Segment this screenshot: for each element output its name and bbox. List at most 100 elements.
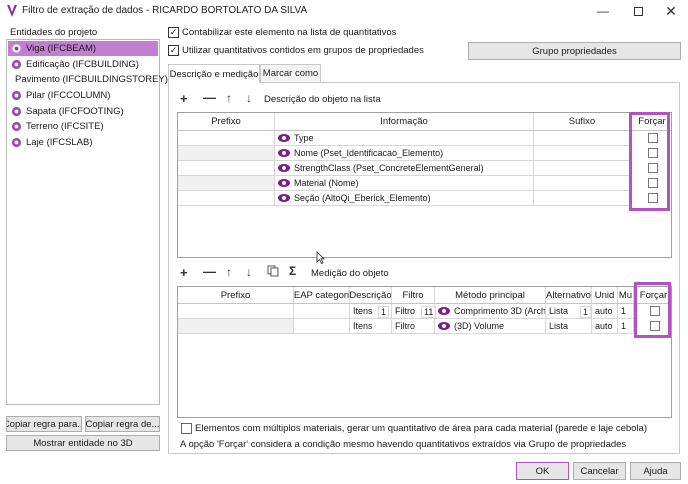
arrow-down-icon[interactable]: ↓ (246, 266, 252, 278)
column-header-filter[interactable]: Filtro (392, 287, 435, 304)
close-button[interactable]: ✕ (654, 0, 688, 22)
arrow-up-icon[interactable]: ↑ (226, 266, 232, 278)
table-cell-main-method[interactable]: Comprimento 3D (Archi (435, 304, 546, 319)
eye-icon (278, 164, 290, 172)
table-row[interactable]: StrengthClass (Pset_ConcreteElementGener… (275, 161, 534, 176)
count-in-list-label: Contabilizar este elemento na lista de q… (182, 27, 397, 38)
count-in-list-checkbox[interactable]: ✓ (168, 27, 179, 38)
table-cell-suffix[interactable] (534, 176, 631, 191)
ok-button[interactable]: OK (516, 462, 569, 480)
minimize-button[interactable]: — (586, 0, 620, 22)
force-column-highlight (634, 282, 671, 338)
row-description: Itens (353, 306, 373, 316)
table-cell-suffix[interactable] (534, 146, 631, 161)
entity-item-building[interactable]: Edificação (IFCBUILDING) (8, 57, 158, 72)
show-entity-3d-button[interactable]: Mostrar entidade no 3D (6, 435, 160, 451)
copy-icon[interactable] (267, 265, 279, 277)
table-cell-prefix[interactable] (178, 131, 275, 146)
column-header-alternative[interactable]: Alternativo (546, 287, 592, 304)
eye-icon (278, 149, 290, 157)
description-grid[interactable]: Prefixo Informação Sufixo Forçar Type No… (177, 112, 672, 258)
column-header-suffix[interactable]: Sufixo (534, 113, 631, 131)
help-button[interactable]: Ajuda (630, 462, 681, 480)
column-header-information[interactable]: Informação (275, 113, 534, 131)
entity-item-site[interactable]: Terreno (IFCSITE) (8, 119, 158, 134)
remove-icon[interactable]: — (203, 265, 216, 278)
column-header-main-method[interactable]: Método principal (435, 287, 546, 304)
column-header-description[interactable]: Descrição (350, 287, 392, 304)
multi-material-label: Elementos com múltiplos materiais, gerar… (195, 423, 648, 434)
table-cell-prefix[interactable] (178, 146, 275, 161)
entity-label: Pilar (IFCCOLUMN) (26, 90, 111, 101)
column-header-prefix[interactable]: Prefixo (178, 113, 275, 131)
table-cell-prefix[interactable] (178, 191, 275, 206)
table-cell-alternative[interactable]: Lista (546, 319, 592, 334)
column-header-prefix[interactable]: Prefixo (178, 287, 294, 304)
gear-icon (11, 121, 22, 132)
table-cell-suffix[interactable] (534, 191, 631, 206)
column-header-multiplier[interactable]: Mu (618, 287, 634, 304)
eye-icon (278, 194, 290, 202)
row-info: StrengthClass (Pset_ConcreteElementGener… (294, 163, 484, 173)
use-property-groups-label: Utilizar quantitativos contidos em grupo… (182, 45, 424, 56)
copy-rule-to-button[interactable]: Copiar regra para... (6, 416, 82, 432)
table-cell-unit[interactable]: auto (592, 304, 618, 319)
add-icon[interactable]: + (180, 92, 188, 105)
tab-mark-as[interactable]: Marcar como (260, 64, 321, 82)
column-header-unit[interactable]: Unid (592, 287, 618, 304)
window-title: Filtro de extração de dados - RICARDO BO… (22, 5, 308, 16)
table-row[interactable]: Seção (AltoQi_Eberick_Elemento) (275, 191, 534, 206)
row-info: Nome (Pset_Identificacao_Elemento) (294, 148, 444, 158)
maximize-button[interactable] (621, 0, 655, 22)
table-cell-unit[interactable]: auto (592, 319, 618, 334)
row-filter: Filtro (395, 306, 415, 316)
table-cell-main-method[interactable]: (3D) Volume (435, 319, 546, 334)
entity-item-slab[interactable]: Laje (IFCSLAB) (8, 135, 158, 150)
table-cell-suffix[interactable] (534, 131, 631, 146)
row-unit: auto (595, 306, 613, 316)
table-row[interactable]: Nome (Pset_Identificacao_Elemento) (275, 146, 534, 161)
entity-label: Sapata (IFCFOOTING) (26, 106, 124, 117)
table-cell-description[interactable]: Itens (350, 319, 392, 334)
table-cell-eap[interactable] (294, 304, 350, 319)
minimize-icon: — (597, 4, 609, 18)
table-cell-multiplier[interactable]: 1 (618, 304, 634, 319)
app-logo-icon (7, 5, 17, 17)
table-cell-eap[interactable] (294, 319, 350, 334)
table-row[interactable]: Type (275, 131, 534, 146)
tab-description-measurement[interactable]: Descrição e medição (168, 64, 260, 83)
alternative-count: 1 (580, 306, 592, 318)
entity-item-storey[interactable]: Pavimento (IFCBUILDINGSTOREY) (8, 72, 168, 87)
sigma-icon[interactable]: Σ (289, 265, 296, 277)
mouse-cursor-icon (316, 251, 325, 264)
use-property-groups-checkbox[interactable]: ✓ (168, 45, 179, 56)
gear-icon (11, 106, 22, 117)
arrow-up-icon[interactable]: ↑ (226, 92, 232, 104)
table-cell-prefix[interactable] (178, 304, 294, 319)
remove-icon[interactable]: — (203, 91, 216, 104)
table-cell-prefix[interactable] (178, 161, 275, 176)
row-method: Comprimento 3D (Archi (454, 306, 546, 316)
description-toolbar-label: Descrição do objeto na lista (264, 94, 381, 105)
table-cell-filter[interactable]: Filtro (392, 319, 435, 334)
table-cell-prefix[interactable] (178, 319, 294, 334)
table-cell-suffix[interactable] (534, 161, 631, 176)
entity-list[interactable]: Viga (IFCBEAM) Edificação (IFCBUILDING) … (6, 39, 168, 405)
row-alternative: Lista (549, 321, 569, 331)
entity-item-footing[interactable]: Sapata (IFCFOOTING) (8, 104, 158, 119)
entity-item-beam[interactable]: Viga (IFCBEAM) (8, 41, 158, 56)
table-cell-prefix[interactable] (178, 176, 275, 191)
cancel-button[interactable]: Cancelar (573, 462, 626, 480)
table-cell-multiplier[interactable]: 1 (618, 319, 634, 334)
multi-material-checkbox[interactable] (181, 423, 192, 434)
add-icon[interactable]: + (180, 266, 188, 279)
arrow-down-icon[interactable]: ↓ (246, 92, 252, 104)
column-header-eap-category[interactable]: EAP categori (294, 287, 350, 304)
measurement-grid[interactable]: Prefixo EAP categori Descrição Filtro Mé… (177, 286, 672, 418)
copy-rule-from-button[interactable]: Copiar regra de... (85, 416, 160, 432)
entity-item-column[interactable]: Pilar (IFCCOLUMN) (8, 88, 158, 103)
property-group-button[interactable]: Grupo propriedades (468, 42, 681, 60)
gear-icon (11, 137, 22, 148)
table-row[interactable]: Material (Nome) (275, 176, 534, 191)
eye-icon (438, 322, 450, 330)
